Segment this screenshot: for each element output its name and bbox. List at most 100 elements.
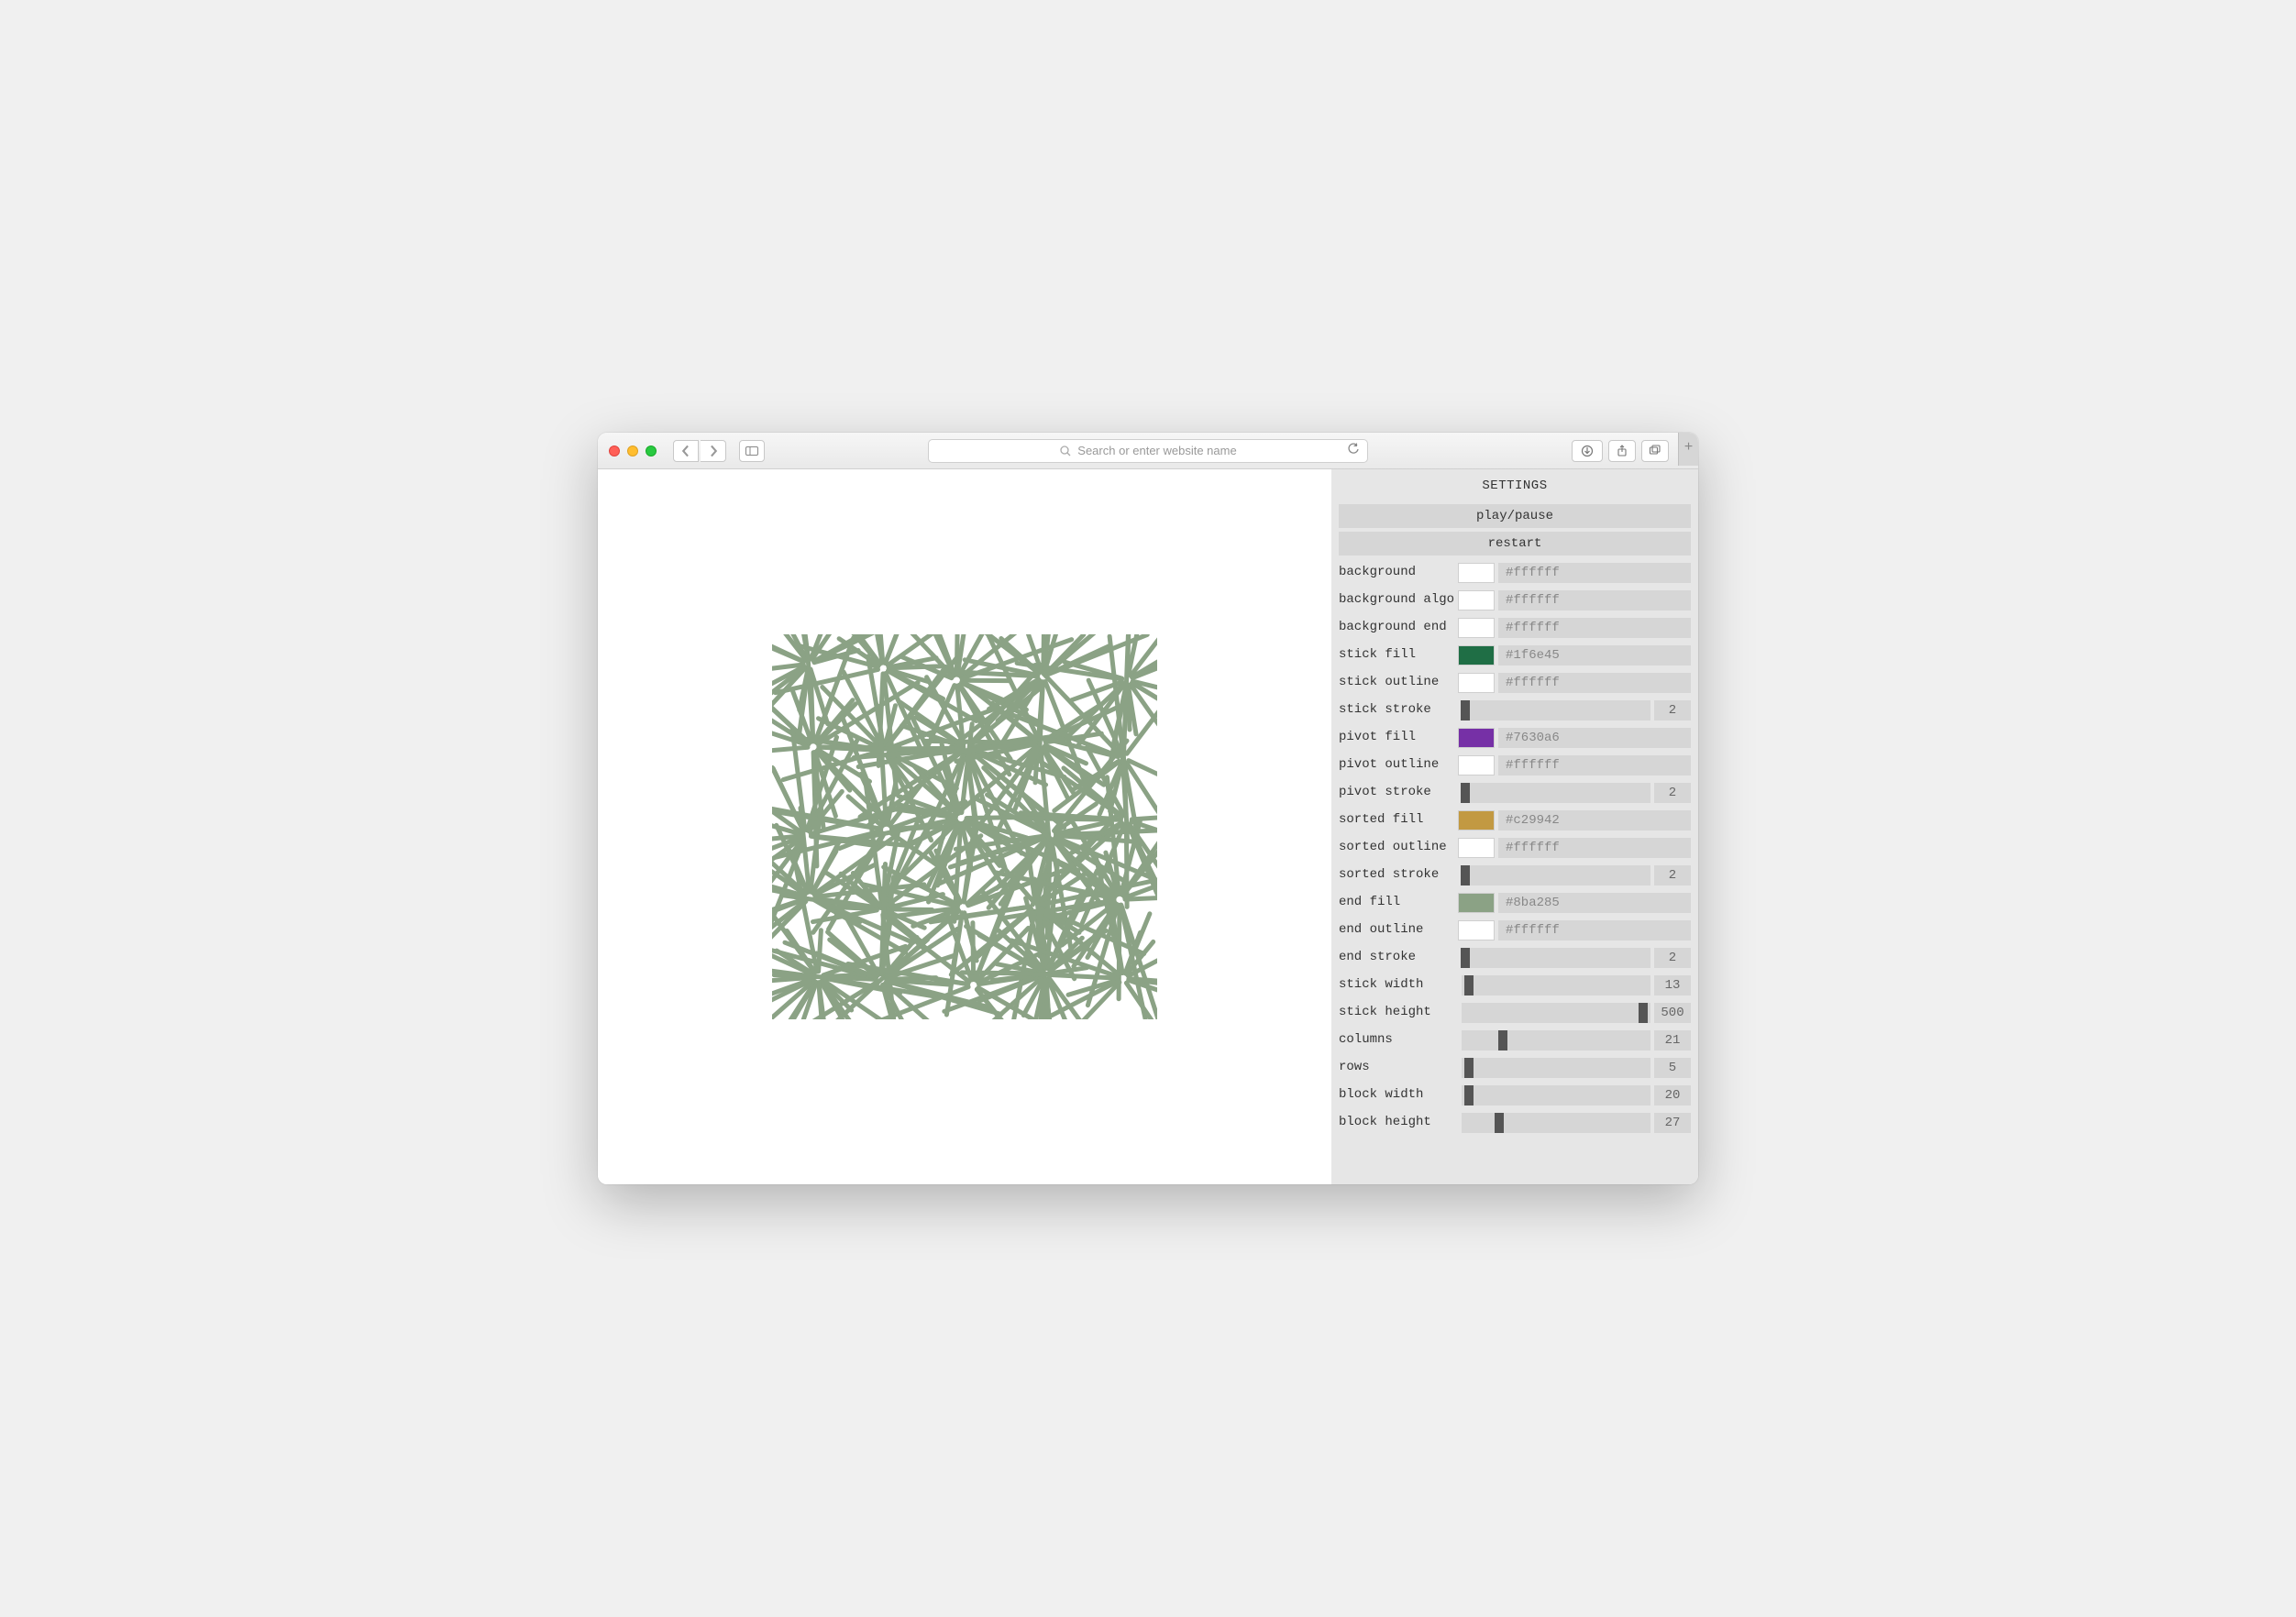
- color-swatch[interactable]: [1458, 618, 1495, 638]
- address-bar-wrap: Search or enter website name: [928, 439, 1368, 463]
- setting-row: pivot fill#7630a6: [1331, 724, 1698, 752]
- setting-row: stick width13: [1331, 972, 1698, 999]
- sidebar-toggle-button[interactable]: [739, 440, 765, 462]
- maximize-window-button[interactable]: [646, 446, 657, 456]
- slider-thumb[interactable]: [1461, 700, 1470, 720]
- slider-track[interactable]: [1462, 1113, 1650, 1133]
- setting-row: background#ffffff: [1331, 559, 1698, 587]
- setting-label: end fill: [1339, 896, 1458, 909]
- reload-button[interactable]: [1347, 443, 1360, 458]
- minimize-window-button[interactable]: [627, 446, 638, 456]
- slider-thumb[interactable]: [1461, 865, 1470, 886]
- stick: [879, 717, 886, 825]
- stick: [832, 907, 878, 908]
- color-swatch[interactable]: [1458, 838, 1495, 858]
- setting-label: columns: [1339, 1033, 1458, 1047]
- slider-thumb[interactable]: [1464, 1085, 1474, 1106]
- color-value-input[interactable]: #8ba285: [1498, 893, 1691, 913]
- slider-track[interactable]: [1462, 1085, 1650, 1106]
- titlebar: Search or enter website name +: [598, 433, 1698, 469]
- color-swatch[interactable]: [1458, 645, 1495, 666]
- color-value-input[interactable]: #ffffff: [1498, 838, 1691, 858]
- slider-track[interactable]: [1462, 1003, 1650, 1023]
- slider-thumb[interactable]: [1639, 1003, 1648, 1023]
- color-value-input[interactable]: #ffffff: [1498, 755, 1691, 776]
- new-tab-button[interactable]: +: [1678, 433, 1698, 466]
- setting-label: stick outline: [1339, 676, 1458, 689]
- slider-value: 500: [1654, 1003, 1691, 1023]
- slider-value: 5: [1654, 1058, 1691, 1078]
- play-pause-button[interactable]: play/pause: [1339, 504, 1691, 528]
- setting-label: block height: [1339, 1116, 1458, 1129]
- setting-label: pivot outline: [1339, 758, 1458, 772]
- slider-track[interactable]: [1462, 1030, 1650, 1050]
- chevron-left-icon: [679, 445, 692, 457]
- canvas-area: [598, 469, 1331, 1184]
- color-value-input[interactable]: #7630a6: [1498, 728, 1691, 748]
- stick: [889, 666, 944, 668]
- slider-track[interactable]: [1462, 1058, 1650, 1078]
- color-swatch[interactable]: [1458, 590, 1495, 610]
- downloads-button[interactable]: [1572, 440, 1603, 462]
- setting-row: stick fill #1f6e45: [1331, 642, 1698, 669]
- slider-track[interactable]: [1462, 783, 1650, 803]
- color-swatch[interactable]: [1458, 673, 1495, 693]
- stick: [1123, 742, 1126, 815]
- forward-button[interactable]: [701, 440, 726, 462]
- tabs-icon: [1649, 445, 1661, 457]
- slider-value: 2: [1654, 865, 1691, 886]
- setting-label: sorted fill: [1339, 813, 1458, 827]
- color-value-input[interactable]: #ffffff: [1498, 673, 1691, 693]
- color-swatch[interactable]: [1458, 755, 1495, 776]
- panel-title: SETTINGS: [1331, 469, 1698, 500]
- color-value-input[interactable]: #ffffff: [1498, 590, 1691, 610]
- stick: [1049, 981, 1119, 1017]
- setting-label: sorted outline: [1339, 841, 1458, 854]
- browser-window: Search or enter website name +: [598, 433, 1698, 1184]
- slider-value: 13: [1654, 975, 1691, 996]
- slider-thumb[interactable]: [1461, 783, 1470, 803]
- slider-thumb[interactable]: [1498, 1030, 1507, 1050]
- color-swatch[interactable]: [1458, 563, 1495, 583]
- back-button[interactable]: [673, 440, 699, 462]
- setting-label: stick stroke: [1339, 703, 1458, 717]
- address-bar[interactable]: Search or enter website name: [928, 439, 1368, 463]
- color-swatch[interactable]: [1458, 920, 1495, 940]
- slider-thumb[interactable]: [1461, 948, 1470, 968]
- slider-value: 2: [1654, 948, 1691, 968]
- setting-label: pivot stroke: [1339, 786, 1458, 799]
- color-value-input[interactable]: #1f6e45: [1498, 645, 1691, 666]
- slider-track[interactable]: [1462, 865, 1650, 886]
- setting-label: end outline: [1339, 923, 1458, 937]
- color-swatch[interactable]: [1458, 728, 1495, 748]
- setting-row: rows5: [1331, 1054, 1698, 1082]
- slider-track[interactable]: [1462, 700, 1650, 720]
- setting-row: background end#ffffff: [1331, 614, 1698, 642]
- close-window-button[interactable]: [609, 446, 620, 456]
- restart-button[interactable]: restart: [1339, 532, 1691, 556]
- toolbar-right: +: [1572, 440, 1687, 462]
- slider-track[interactable]: [1462, 948, 1650, 968]
- chevron-right-icon: [707, 445, 720, 457]
- color-value-input[interactable]: #ffffff: [1498, 563, 1691, 583]
- share-button[interactable]: [1608, 440, 1636, 462]
- address-placeholder: Search or enter website name: [1077, 444, 1236, 457]
- color-value-input[interactable]: #c29942: [1498, 810, 1691, 830]
- visualization-canvas: [772, 634, 1157, 1019]
- setting-row: pivot stroke2: [1331, 779, 1698, 807]
- color-value-input[interactable]: #ffffff: [1498, 920, 1691, 940]
- color-value-input[interactable]: #ffffff: [1498, 618, 1691, 638]
- setting-row: end outline #ffffff: [1331, 917, 1698, 944]
- tabs-button[interactable]: [1641, 440, 1669, 462]
- slider-thumb[interactable]: [1464, 1058, 1474, 1078]
- slider-thumb[interactable]: [1464, 975, 1474, 996]
- color-swatch[interactable]: [1458, 810, 1495, 830]
- color-swatch[interactable]: [1458, 893, 1495, 913]
- setting-row: stick stroke2: [1331, 697, 1698, 724]
- setting-label: stick height: [1339, 1006, 1458, 1019]
- sidebar-icon: [745, 445, 758, 457]
- slider-track[interactable]: [1462, 975, 1650, 996]
- slider-thumb[interactable]: [1495, 1113, 1504, 1133]
- window-controls: [609, 446, 657, 456]
- setting-label: stick fill: [1339, 648, 1458, 662]
